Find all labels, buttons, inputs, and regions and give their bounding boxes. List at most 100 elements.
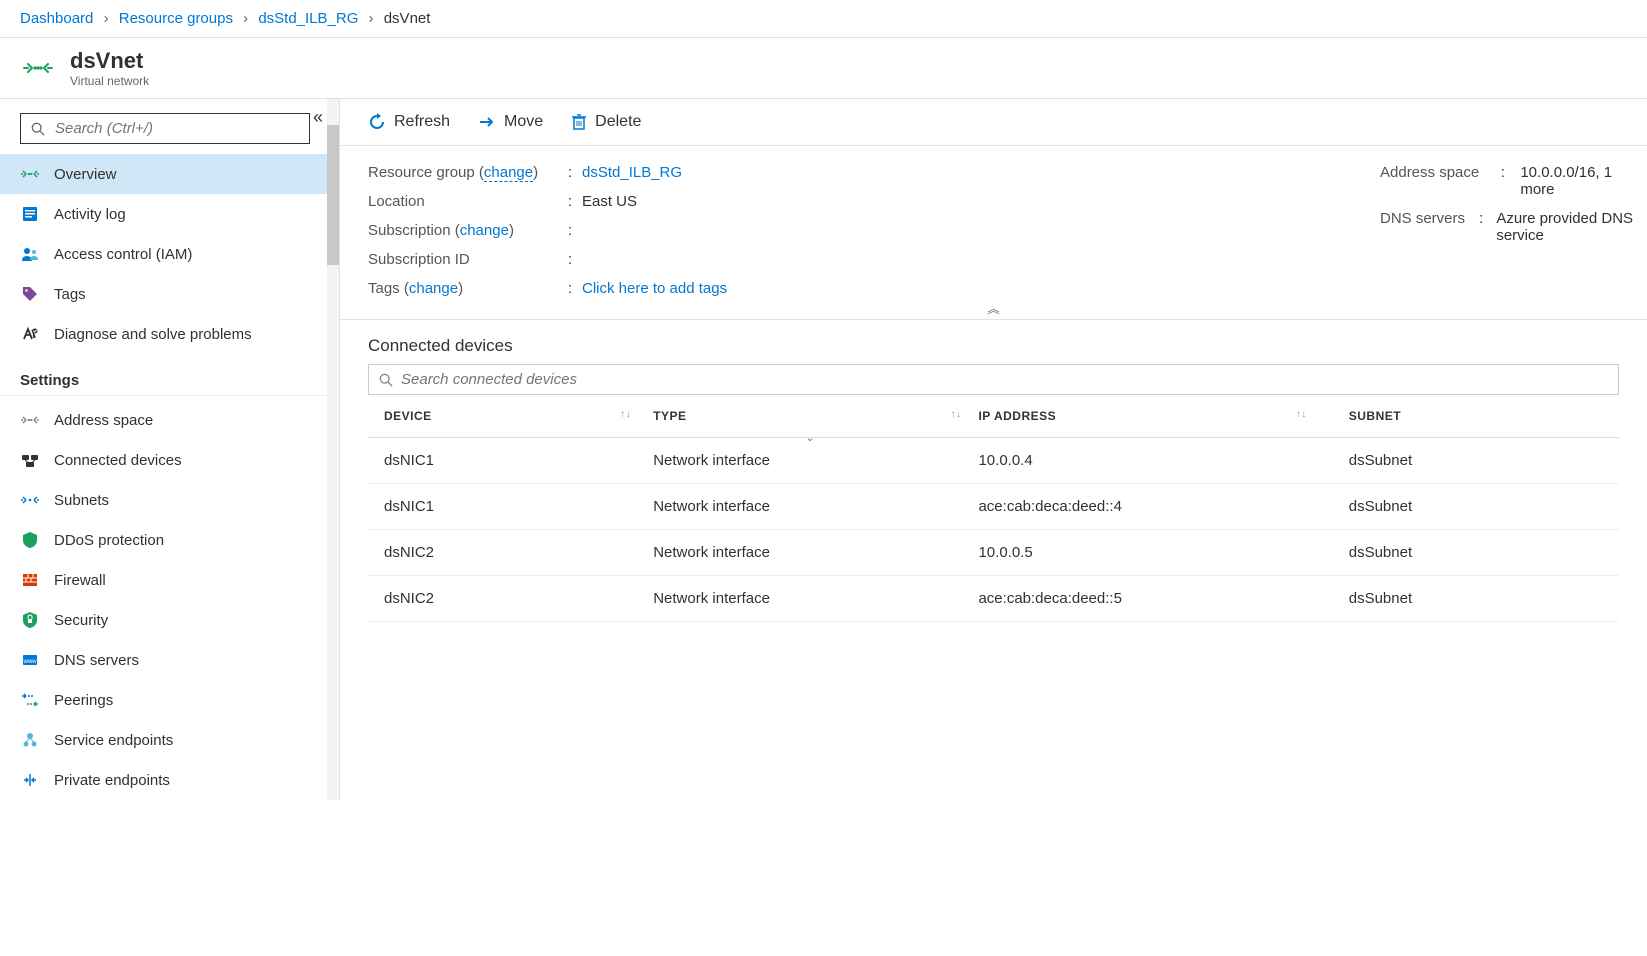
resource-group-label: Resource group <box>368 164 475 181</box>
subscription-id-label: Subscription ID <box>368 251 568 268</box>
sidebar-item-security[interactable]: Security <box>0 600 339 640</box>
sidebar-item-firewall[interactable]: Firewall <box>0 560 339 600</box>
sort-icon: ↑↓ <box>1296 409 1307 420</box>
column-header-ip[interactable]: ↑↓IP ADDRESS↑↓ <box>968 395 1318 438</box>
private-endpoints-icon <box>20 770 40 790</box>
dns-servers-label: DNS servers <box>1380 210 1479 244</box>
refresh-label: Refresh <box>394 113 450 131</box>
ip-cell: ace:cab:deca:deed::5 <box>968 576 1318 622</box>
device-cell: dsNIC1 <box>368 438 643 484</box>
sidebar-item-label: Firewall <box>54 572 106 589</box>
sidebar-item-service-endpoints[interactable]: Service endpoints <box>0 720 339 760</box>
ip-cell: ace:cab:deca:deed::4 <box>968 484 1318 530</box>
resource-group-value[interactable]: dsStd_ILB_RG <box>582 164 682 181</box>
vnet-icon <box>20 50 56 86</box>
page-subtitle: Virtual network <box>70 74 149 88</box>
vnet-icon <box>20 164 40 184</box>
sidebar-item-iam[interactable]: Access control (IAM) <box>0 234 339 274</box>
breadcrumb: Dashboard › Resource groups › dsStd_ILB_… <box>0 0 1647 38</box>
column-resize-handle[interactable]: ⌄ <box>806 433 815 444</box>
devices-icon <box>20 450 40 470</box>
table-row[interactable]: dsNIC2 Network interface ace:cab:deca:de… <box>368 576 1619 622</box>
ip-cell: 10.0.0.5 <box>968 530 1318 576</box>
devices-search-input[interactable] <box>401 371 1608 388</box>
table-row[interactable]: dsNIC1 Network interface ace:cab:deca:de… <box>368 484 1619 530</box>
breadcrumb-sep: › <box>104 10 109 27</box>
sidebar-search-input[interactable] <box>55 120 299 137</box>
sidebar-item-label: Connected devices <box>54 452 182 469</box>
device-cell: dsNIC2 <box>368 576 643 622</box>
svg-text:www: www <box>23 659 38 665</box>
column-header-device[interactable]: DEVICE↑↓ <box>368 395 643 438</box>
column-header-subnet[interactable]: SUBNET <box>1319 395 1619 438</box>
sidebar-item-label: Private endpoints <box>54 772 170 789</box>
sidebar-item-label: DNS servers <box>54 652 139 669</box>
sidebar-item-dns[interactable]: www DNS servers <box>0 640 339 680</box>
sidebar-item-label: Overview <box>54 166 117 183</box>
add-tags-link[interactable]: Click here to add tags <box>582 280 727 297</box>
subnet-cell: dsSubnet <box>1319 484 1619 530</box>
breadcrumb-link[interactable]: Resource groups <box>119 10 233 27</box>
sidebar-search[interactable] <box>20 113 310 144</box>
dns-icon: www <box>20 650 40 670</box>
devices-search[interactable] <box>368 364 1619 395</box>
address-space-icon <box>20 410 40 430</box>
sidebar-item-overview[interactable]: Overview <box>0 154 339 194</box>
sidebar-scrollbar-thumb[interactable] <box>327 125 339 265</box>
collapse-sidebar-button[interactable]: « <box>313 107 323 128</box>
sidebar-item-private-endpoints[interactable]: Private endpoints <box>0 760 339 800</box>
move-button[interactable]: Move <box>478 113 543 131</box>
sidebar-item-peerings[interactable]: Peerings <box>0 680 339 720</box>
sidebar-item-activity-log[interactable]: Activity log <box>0 194 339 234</box>
delete-button[interactable]: Delete <box>571 113 641 131</box>
sidebar-item-label: Subnets <box>54 492 109 509</box>
sidebar-item-diagnose[interactable]: Diagnose and solve problems <box>0 314 339 354</box>
change-tags-link[interactable]: change <box>409 280 458 297</box>
sidebar-item-label: Diagnose and solve problems <box>54 326 252 343</box>
column-header-type[interactable]: TYPE⌄ <box>643 395 968 438</box>
collapse-essentials-button[interactable]: ︽ <box>987 300 999 317</box>
resource-header: dsVnet Virtual network <box>0 38 1647 99</box>
refresh-icon <box>368 113 386 131</box>
page-title: dsVnet <box>70 48 149 74</box>
device-cell: dsNIC2 <box>368 530 643 576</box>
change-resource-group-link[interactable]: change <box>484 164 533 182</box>
sidebar-item-tags[interactable]: Tags <box>0 274 339 314</box>
sidebar-item-connected-devices[interactable]: Connected devices <box>0 440 339 480</box>
refresh-button[interactable]: Refresh <box>368 113 450 131</box>
sort-icon: ↑↓ <box>620 409 631 420</box>
sidebar-item-label: DDoS protection <box>54 532 164 549</box>
subnet-cell: dsSubnet <box>1319 530 1619 576</box>
type-cell: Network interface <box>643 484 968 530</box>
subnets-icon <box>20 490 40 510</box>
diagnose-icon <box>20 324 40 344</box>
sidebar-item-ddos[interactable]: DDoS protection <box>0 520 339 560</box>
shield-icon <box>20 530 40 550</box>
sidebar-item-address-space[interactable]: Address space <box>0 400 339 440</box>
device-cell: dsNIC1 <box>368 484 643 530</box>
toolbar: Refresh Move Delete <box>340 99 1647 146</box>
table-row[interactable]: dsNIC2 Network interface 10.0.0.5 dsSubn… <box>368 530 1619 576</box>
sidebar-item-label: Tags <box>54 286 86 303</box>
type-cell: Network interface <box>643 438 968 484</box>
search-icon <box>379 373 393 387</box>
sidebar-section-settings: Settings <box>0 354 339 396</box>
change-subscription-link[interactable]: change <box>460 222 509 239</box>
tags-label: Tags <box>368 280 400 297</box>
type-cell: Network interface <box>643 576 968 622</box>
sidebar-item-subnets[interactable]: Subnets <box>0 480 339 520</box>
sidebar: « Overview Activity log Access control (… <box>0 99 340 800</box>
breadcrumb-link[interactable]: Dashboard <box>20 10 93 27</box>
connected-devices-title: Connected devices <box>340 320 1647 364</box>
table-row[interactable]: dsNIC1 Network interface 10.0.0.4 dsSubn… <box>368 438 1619 484</box>
sidebar-item-label: Activity log <box>54 206 126 223</box>
type-cell: Network interface <box>643 530 968 576</box>
peerings-icon <box>20 690 40 710</box>
subnet-cell: dsSubnet <box>1319 438 1619 484</box>
sidebar-item-label: Service endpoints <box>54 732 173 749</box>
sort-icon: ↑↓ <box>950 409 961 420</box>
address-space-value: 10.0.0.0/16, 1 more <box>1520 164 1647 198</box>
move-label: Move <box>504 113 543 131</box>
breadcrumb-link[interactable]: dsStd_ILB_RG <box>258 10 358 27</box>
location-value: East US <box>582 193 637 210</box>
